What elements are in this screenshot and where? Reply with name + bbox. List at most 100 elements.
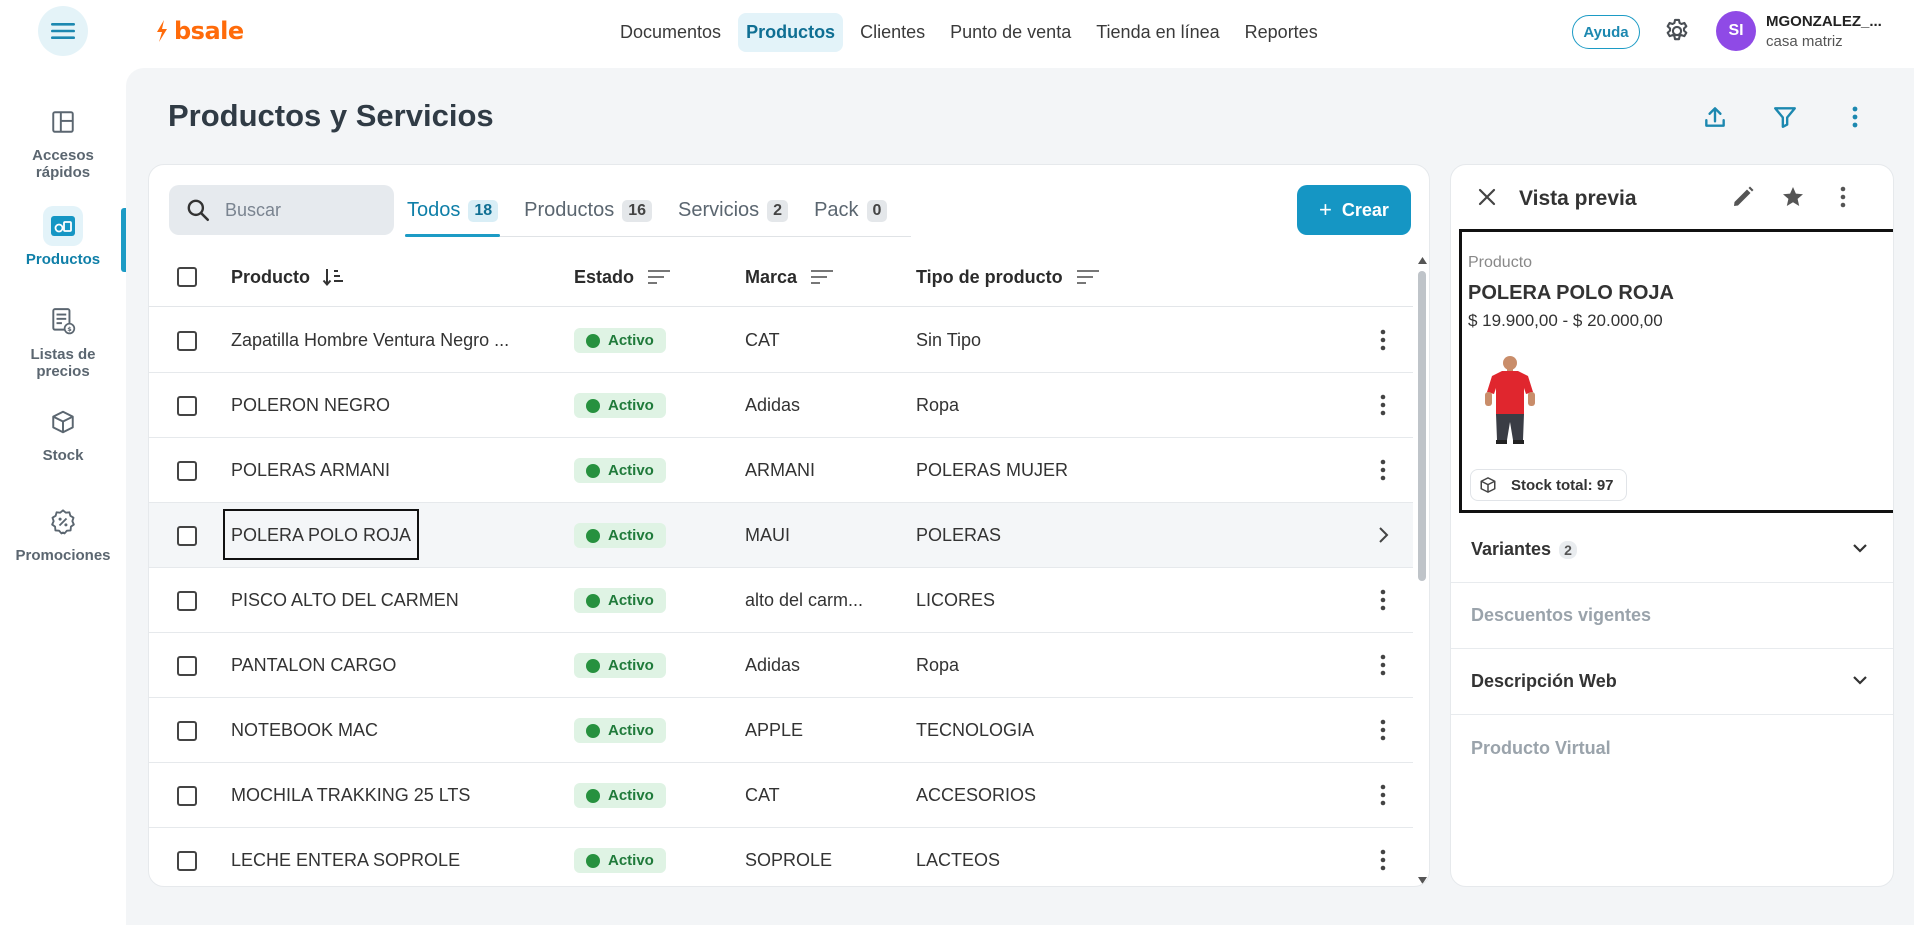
nav-clientes[interactable]: Clientes xyxy=(852,13,933,52)
sidebar-item-productos[interactable]: Productos xyxy=(0,206,126,268)
section-descripcion-web[interactable]: Descripción Web xyxy=(1451,649,1893,715)
section-variantes[interactable]: Variantes 2 xyxy=(1451,517,1893,583)
sidebar-item-listas-de-precios[interactable]: $ Listas de precios xyxy=(0,301,126,380)
row-checkbox[interactable] xyxy=(177,590,197,611)
bsale-logo[interactable]: bsale xyxy=(154,17,244,45)
table-row[interactable]: Zapatilla Hombre Ventura Negro ... Activ… xyxy=(149,308,1413,373)
sidebar-item-accesos-rapidos[interactable]: Accesos rápidos xyxy=(0,102,126,181)
row-more-icon[interactable] xyxy=(1371,718,1395,742)
table-row[interactable]: NOTEBOOK MAC Activo APPLE TECNOLOGIA xyxy=(149,698,1413,763)
table-row-selected[interactable]: POLERA POLO ROJA Activo MAUI POLERAS xyxy=(149,503,1413,568)
column-tipo-de-producto[interactable]: Tipo de producto xyxy=(916,247,1101,307)
sort-descending-icon[interactable] xyxy=(322,266,346,288)
create-button[interactable]: + Crear xyxy=(1297,185,1411,235)
help-button[interactable]: Ayuda xyxy=(1572,15,1640,49)
column-marca[interactable]: Marca xyxy=(745,247,835,307)
avatar[interactable]: SI xyxy=(1716,11,1756,51)
chevron-right-icon[interactable] xyxy=(1371,523,1395,547)
column-producto[interactable]: Producto xyxy=(231,247,346,307)
sidebar-item-stock[interactable]: Stock xyxy=(0,402,126,464)
star-icon[interactable] xyxy=(1779,183,1807,211)
user-name[interactable]: MGONZALEZ_... xyxy=(1766,13,1882,30)
nav-reportes[interactable]: Reportes xyxy=(1237,13,1326,52)
preview-product-type: Producto xyxy=(1468,254,1533,271)
select-all-checkbox[interactable] xyxy=(177,267,197,287)
row-checkbox[interactable] xyxy=(177,525,197,546)
table-row[interactable]: POLERON NEGRO Activo Adidas Ropa xyxy=(149,373,1413,438)
column-label: Producto xyxy=(231,266,310,287)
row-checkbox[interactable] xyxy=(177,850,197,871)
nav-punto-de-venta[interactable]: Punto de venta xyxy=(942,13,1079,52)
status-label: Activo xyxy=(608,787,654,804)
tab-todos[interactable]: Todos 18 xyxy=(405,185,501,237)
upload-icon[interactable] xyxy=(1700,102,1730,132)
table-scrollbar[interactable] xyxy=(1413,255,1429,886)
cell-producto[interactable]: POLERAS ARMANI xyxy=(231,438,390,503)
tab-productos[interactable]: Productos 16 xyxy=(522,185,654,236)
filter-icon[interactable] xyxy=(1770,102,1800,132)
section-producto-virtual[interactable]: Producto Virtual xyxy=(1451,715,1893,781)
search-input[interactable] xyxy=(225,199,375,221)
row-checkbox[interactable] xyxy=(177,785,197,806)
row-more-icon[interactable] xyxy=(1371,848,1395,872)
cell-producto[interactable]: MOCHILA TRAKKING 25 LTS xyxy=(231,763,470,828)
table-row[interactable]: MOCHILA TRAKKING 25 LTS Activo CAT ACCES… xyxy=(149,763,1413,828)
section-label: Producto Virtual xyxy=(1471,737,1611,758)
box-icon xyxy=(1480,477,1496,493)
search-box[interactable] xyxy=(169,185,394,235)
status-dot xyxy=(586,528,600,543)
nav-documentos[interactable]: Documentos xyxy=(612,13,729,52)
row-more-icon[interactable] xyxy=(1371,783,1395,807)
tab-pack[interactable]: Pack 0 xyxy=(812,185,889,236)
search-icon xyxy=(187,199,210,222)
row-more-icon[interactable] xyxy=(1371,393,1395,417)
sort-icon[interactable] xyxy=(646,267,672,287)
cell-producto[interactable]: PANTALON CARGO xyxy=(231,633,396,698)
scroll-up-icon[interactable] xyxy=(1418,257,1427,264)
tab-servicios[interactable]: Servicios 2 xyxy=(676,185,790,236)
sidebar-item-label: Accesos rápidos xyxy=(32,147,94,181)
sidebar-item-promociones[interactable]: Promociones xyxy=(0,502,126,564)
section-descuentos-vigentes[interactable]: Descuentos vigentes xyxy=(1451,583,1893,649)
sort-icon[interactable] xyxy=(809,267,835,287)
cell-producto[interactable]: POLERA POLO ROJA xyxy=(231,503,411,568)
gear-icon[interactable] xyxy=(1663,17,1691,45)
row-checkbox[interactable] xyxy=(177,655,197,676)
column-estado[interactable]: Estado xyxy=(574,247,672,307)
sort-icon[interactable] xyxy=(1075,267,1101,287)
more-options-icon[interactable] xyxy=(1840,102,1870,132)
cell-producto[interactable]: LECHE ENTERA SOPROLE xyxy=(231,828,460,886)
table-row[interactable]: POLERAS ARMANI Activo ARMANI POLERAS MUJ… xyxy=(149,438,1413,503)
chevron-down-icon[interactable] xyxy=(1851,671,1869,689)
nav-tienda-en-linea[interactable]: Tienda en línea xyxy=(1088,13,1227,52)
status-dot xyxy=(586,723,600,738)
row-more-icon[interactable] xyxy=(1371,588,1395,612)
table-row[interactable]: PISCO ALTO DEL CARMEN Activo alto del ca… xyxy=(149,568,1413,633)
nav-productos[interactable]: Productos xyxy=(738,13,844,52)
close-icon[interactable] xyxy=(1473,183,1501,211)
status-label: Activo xyxy=(608,592,654,609)
row-checkbox[interactable] xyxy=(177,460,197,481)
edit-pencil-icon[interactable] xyxy=(1729,183,1757,211)
menu-icon[interactable] xyxy=(38,6,88,56)
cell-producto[interactable]: POLERON NEGRO xyxy=(231,373,390,438)
cell-producto[interactable]: PISCO ALTO DEL CARMEN xyxy=(231,568,459,633)
row-checkbox[interactable] xyxy=(177,720,197,741)
row-more-icon[interactable] xyxy=(1371,328,1395,352)
dashboard-icon xyxy=(43,102,83,142)
preview-more-icon[interactable] xyxy=(1829,183,1857,211)
row-more-icon[interactable] xyxy=(1371,653,1395,677)
status-badge: Activo xyxy=(574,783,666,808)
preview-title: Vista previa xyxy=(1519,187,1637,210)
scroll-thumb[interactable] xyxy=(1418,271,1426,581)
chevron-down-icon[interactable] xyxy=(1851,539,1869,557)
cell-producto[interactable]: NOTEBOOK MAC xyxy=(231,698,378,763)
box-icon xyxy=(43,402,83,442)
row-more-icon[interactable] xyxy=(1371,458,1395,482)
table-row[interactable]: PANTALON CARGO Activo Adidas Ropa xyxy=(149,633,1413,698)
table-row[interactable]: LECHE ENTERA SOPROLE Activo SOPROLE LACT… xyxy=(149,828,1413,886)
row-checkbox[interactable] xyxy=(177,330,197,351)
cell-producto[interactable]: Zapatilla Hombre Ventura Negro ... xyxy=(231,308,509,373)
row-checkbox[interactable] xyxy=(177,395,197,416)
scroll-down-icon[interactable] xyxy=(1418,877,1427,884)
